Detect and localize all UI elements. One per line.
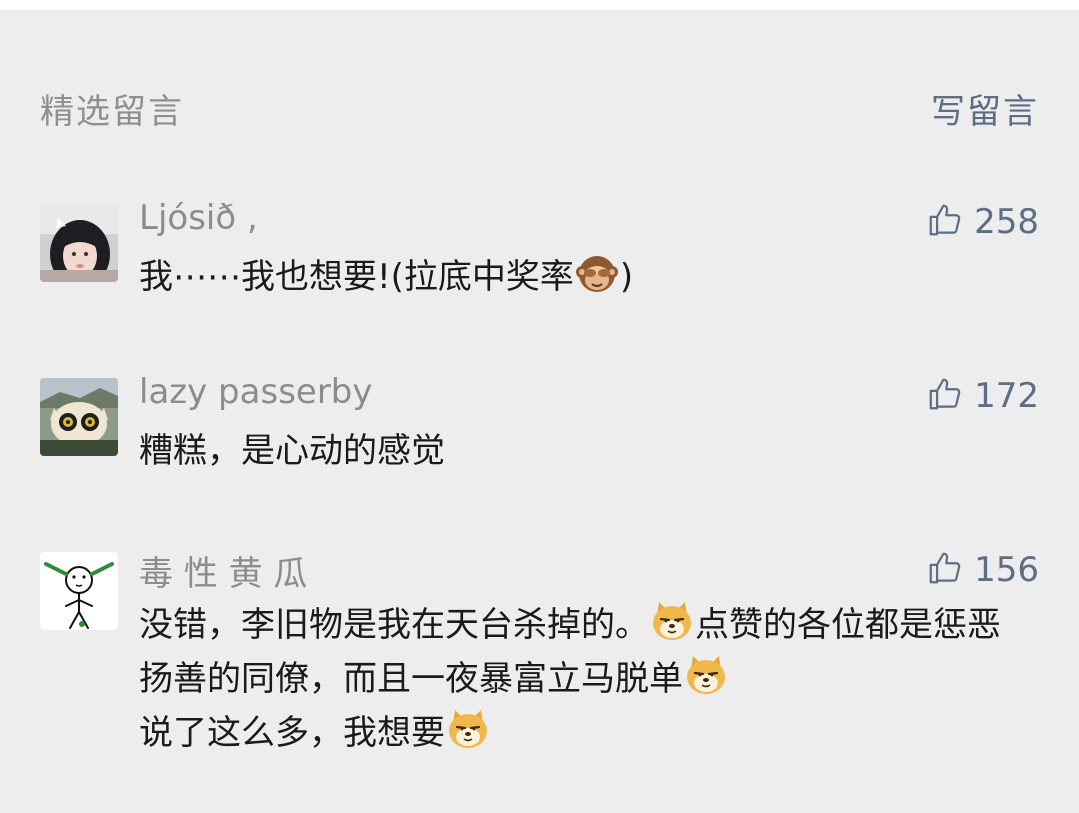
avatar[interactable] (40, 204, 118, 282)
like-count: 156 (974, 550, 1039, 590)
like-count: 258 (974, 202, 1039, 242)
comment-text: 没错，李旧物是我在天台杀掉的。 点赞的各位都是惩恶扬善的同僚，而且一夜暴富立马脱… (139, 598, 1009, 760)
comment-text-part: 我⋯⋯我也想要!(拉底中奖率 (139, 257, 574, 297)
like-count: 172 (974, 376, 1039, 416)
like-button[interactable]: 172 (926, 374, 1039, 418)
top-strip (0, 0, 1079, 10)
comments-header: 精选留言 写留言 (40, 80, 1039, 133)
featured-comments-title: 精选留言 (40, 92, 184, 132)
thumbs-up-icon (926, 375, 964, 417)
comment-text: 我⋯⋯我也想要!(拉底中奖率 ) (139, 250, 1009, 304)
see-no-evil-monkey-icon (574, 250, 620, 296)
like-button[interactable]: 156 (926, 548, 1039, 592)
comment-nickname: Ljósið , (139, 198, 258, 238)
doge-icon (683, 652, 729, 698)
doge-icon (649, 598, 695, 644)
comment-text-part: 糟糕，是心动的感觉 (139, 431, 445, 471)
doge-icon (445, 706, 491, 752)
comment-nickname: lazy passerby (139, 372, 373, 412)
like-button[interactable]: 258 (926, 200, 1039, 244)
comment-text-part: 没错，李旧物是我在天台杀掉的。 (139, 605, 649, 645)
avatar[interactable] (40, 378, 118, 456)
comment-nickname: 毒 性 黄 瓜 (139, 554, 308, 594)
thumbs-up-icon (926, 201, 964, 243)
comment-text: 糟糕，是心动的感觉 (139, 424, 1009, 478)
thumbs-up-icon (926, 549, 964, 591)
write-comment-button[interactable]: 写留言 (931, 84, 1039, 133)
comment-text-part: 说了这么多，我想要 (139, 713, 445, 753)
avatar[interactable] (40, 552, 118, 630)
comment-text-part: ) (619, 257, 634, 297)
